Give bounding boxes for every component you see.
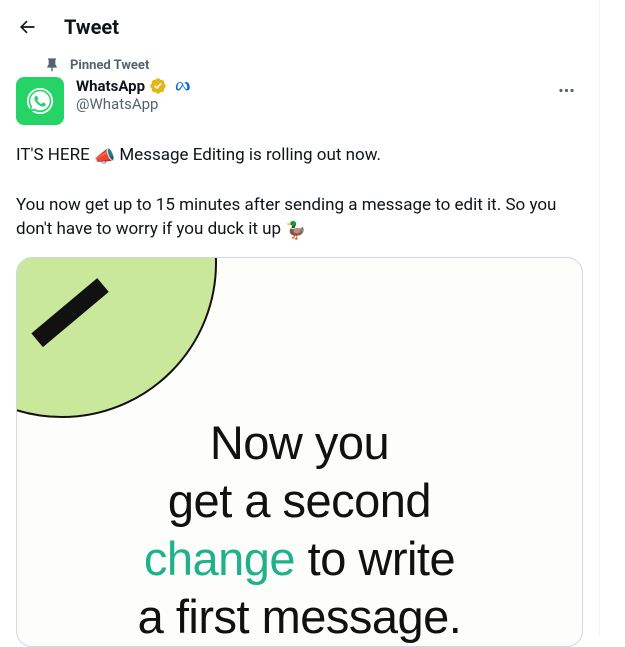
pin-icon — [44, 57, 60, 73]
duck-emoji: 🦆 — [285, 219, 306, 243]
page-title: Tweet — [64, 15, 119, 39]
page-header: Tweet — [0, 0, 599, 53]
verified-badge-icon — [149, 77, 167, 95]
tweet: Pinned Tweet WhatsApp — [0, 53, 599, 647]
whatsapp-logo-icon — [25, 86, 55, 116]
pinned-indicator: Pinned Tweet — [16, 57, 583, 73]
handle[interactable]: @WhatsApp — [76, 95, 549, 113]
author-row: WhatsApp @WhatsApp — [16, 77, 583, 125]
display-name: WhatsApp — [76, 77, 145, 95]
back-button[interactable] — [10, 10, 44, 44]
meta-affiliate-icon — [175, 78, 191, 94]
media-accent-word: change — [144, 532, 295, 585]
right-sidebar-sliver — [616, 0, 625, 636]
text-segment: IT'S HERE — [16, 145, 94, 165]
author-name-line[interactable]: WhatsApp — [76, 77, 549, 95]
avatar[interactable] — [16, 77, 64, 125]
megaphone-emoji: 📣 — [94, 145, 115, 169]
ellipsis-icon — [557, 81, 576, 100]
media-headline: Now you get a second change to write a f… — [17, 414, 582, 646]
decorative-hand — [65, 352, 81, 416]
arrow-left-icon — [17, 17, 37, 37]
media-line: Now you — [210, 416, 389, 469]
more-button[interactable] — [549, 73, 583, 107]
media-line: a first message. — [138, 590, 462, 643]
tweet-text: IT'S HERE 📣 Message Editing is rolling o… — [16, 143, 583, 243]
tweet-media[interactable]: Now you get a second change to write a f… — [16, 257, 583, 647]
media-line: get a second — [168, 474, 431, 527]
media-line: to write — [295, 532, 455, 585]
pinned-label: Pinned Tweet — [70, 58, 149, 73]
text-segment: Message Editing is rolling out now. — [115, 145, 381, 165]
